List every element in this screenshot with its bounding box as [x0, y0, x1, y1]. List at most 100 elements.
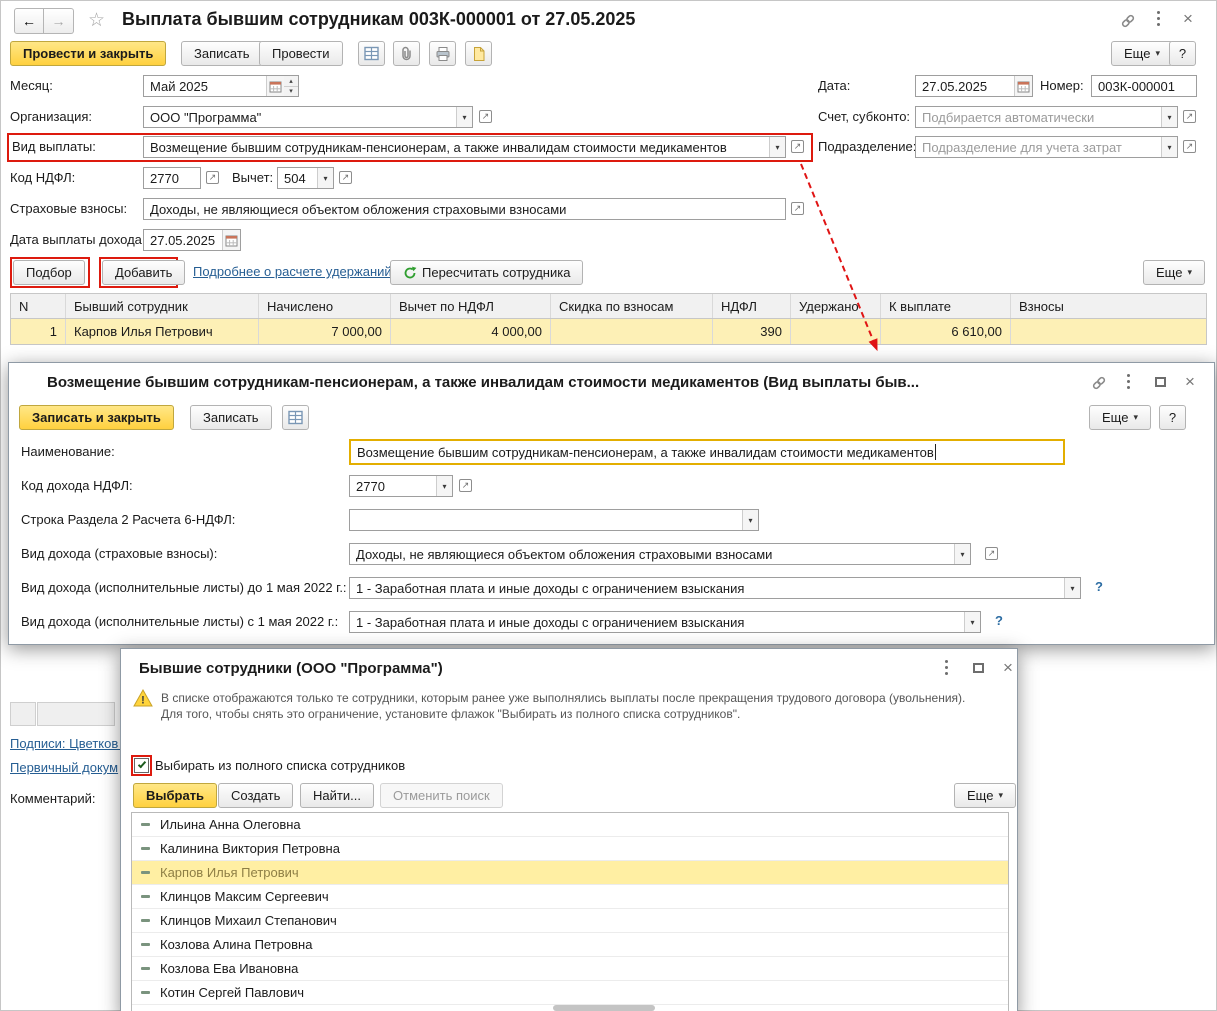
- menu-dots-icon[interactable]: [945, 660, 948, 663]
- maximize-icon[interactable]: [1155, 377, 1166, 387]
- list-item-selected[interactable]: Карпов Илья Петрович: [132, 861, 1008, 885]
- show-postings-button[interactable]: [282, 405, 309, 430]
- menu-dots-icon[interactable]: [1127, 374, 1130, 377]
- chevron-down-icon[interactable]: ▾: [1161, 137, 1177, 157]
- forward-button[interactable]: →: [44, 8, 74, 34]
- save-button[interactable]: Записать: [181, 41, 263, 66]
- column-header[interactable]: Начислено: [259, 294, 391, 318]
- post-and-close-button[interactable]: Провести и закрыть: [10, 41, 167, 66]
- more-button[interactable]: Еще ▾: [1089, 405, 1151, 430]
- find-button[interactable]: Найти...: [300, 783, 374, 808]
- column-header[interactable]: Бывший сотрудник: [66, 294, 259, 318]
- date-input[interactable]: 27.05.2025: [915, 75, 1033, 97]
- chevron-down-icon[interactable]: ▾: [317, 168, 333, 188]
- list-item[interactable]: Клинцов Максим Сергеевич: [132, 885, 1008, 909]
- account-input[interactable]: Подбирается автоматически ▾: [915, 106, 1178, 128]
- open-icon[interactable]: ↗: [459, 479, 472, 492]
- pay-date-input[interactable]: 27.05.2025: [143, 229, 241, 251]
- table-more-button[interactable]: Еще ▾: [1143, 260, 1205, 285]
- section2-row-input[interactable]: ▾: [349, 509, 759, 531]
- more-button[interactable]: Еще ▾: [1111, 41, 1173, 66]
- open-icon[interactable]: ↗: [339, 171, 352, 184]
- column-header[interactable]: НДФЛ: [713, 294, 791, 318]
- open-icon[interactable]: ↗: [791, 140, 804, 153]
- print-button[interactable]: [429, 41, 456, 66]
- chevron-down-icon[interactable]: ▾: [769, 137, 785, 157]
- table-row[interactable]: 1 Карпов Илья Петрович 7 000,00 4 000,00…: [11, 319, 1206, 344]
- help-button[interactable]: ?: [1159, 405, 1186, 430]
- list-item[interactable]: Котин Сергей Павлович: [132, 981, 1008, 1005]
- open-icon[interactable]: ↗: [1183, 140, 1196, 153]
- organization-input[interactable]: ООО "Программа" ▾: [143, 106, 473, 128]
- withholding-details-link[interactable]: Подробнее о расчете удержаний: [193, 264, 392, 279]
- employee-name: Козлова Алина Петровна: [160, 937, 313, 952]
- calendar-icon[interactable]: [1014, 76, 1032, 96]
- create-button[interactable]: Создать: [218, 783, 294, 808]
- list-item[interactable]: Ильина Анна Олеговна: [132, 813, 1008, 837]
- horizontal-scrollbar-thumb[interactable]: [553, 1005, 655, 1011]
- primary-document-link[interactable]: Первичный докум: [10, 760, 120, 775]
- column-header[interactable]: Скидка по взносам: [551, 294, 713, 318]
- recalculate-button[interactable]: Пересчитать сотрудника: [390, 260, 584, 285]
- favorite-star-icon[interactable]: ☆: [88, 11, 105, 30]
- column-header[interactable]: К выплате: [881, 294, 1011, 318]
- select-button[interactable]: Выбрать: [133, 783, 218, 808]
- back-button[interactable]: ←: [14, 8, 44, 34]
- help-button[interactable]: ?: [1169, 41, 1196, 66]
- spin-up-icon[interactable]: ▴: [284, 76, 298, 87]
- open-icon[interactable]: ↗: [1183, 110, 1196, 123]
- menu-dots-icon[interactable]: [1157, 11, 1160, 14]
- chevron-down-icon[interactable]: ▾: [1064, 578, 1080, 598]
- get-link-icon[interactable]: [1091, 375, 1107, 394]
- calendar-icon[interactable]: [222, 230, 240, 250]
- save-button[interactable]: Записать: [190, 405, 272, 430]
- writ-after-input[interactable]: 1 - Заработная плата и иные доходы с огр…: [349, 611, 981, 633]
- field-help-link[interactable]: ?: [1095, 579, 1103, 594]
- chevron-down-icon[interactable]: ▾: [456, 107, 472, 127]
- show-postings-button[interactable]: [358, 41, 385, 66]
- list-item[interactable]: Клинцов Михаил Степанович: [132, 909, 1008, 933]
- insurance-input[interactable]: Доходы, не являющиеся объектом обложения…: [143, 198, 786, 220]
- pick-button[interactable]: Подбор: [13, 260, 85, 285]
- ndfl-code-input[interactable]: 2770: [143, 167, 201, 189]
- full-list-checkbox[interactable]: [134, 758, 149, 773]
- spin-down-icon[interactable]: ▾: [284, 86, 298, 96]
- chevron-down-icon[interactable]: ▾: [742, 510, 758, 530]
- income-code-input[interactable]: 2770 ▾: [349, 475, 453, 497]
- deduction-input[interactable]: 504 ▾: [277, 167, 334, 189]
- get-link-icon[interactable]: [1120, 13, 1136, 32]
- calendar-icon[interactable]: [266, 76, 284, 96]
- month-input[interactable]: Май 2025: [143, 75, 285, 97]
- close-icon[interactable]: ×: [1183, 10, 1193, 27]
- maximize-icon[interactable]: [973, 663, 984, 673]
- column-header[interactable]: Взносы: [1011, 294, 1206, 318]
- division-input[interactable]: Подразделение для учета затрат ▾: [915, 136, 1178, 158]
- field-help-link[interactable]: ?: [995, 613, 1003, 628]
- column-header[interactable]: Вычет по НДФЛ: [391, 294, 551, 318]
- list-item[interactable]: Козлова Алина Петровна: [132, 933, 1008, 957]
- post-button[interactable]: Провести: [259, 41, 343, 66]
- create-based-on-button[interactable]: [465, 41, 492, 66]
- save-and-close-button[interactable]: Записать и закрыть: [19, 405, 174, 430]
- chevron-down-icon[interactable]: ▾: [964, 612, 980, 632]
- close-icon[interactable]: ×: [1185, 373, 1195, 390]
- list-item[interactable]: Калинина Виктория Петровна: [132, 837, 1008, 861]
- payment-type-input[interactable]: Возмещение бывшим сотрудникам-пенсионера…: [143, 136, 786, 158]
- name-input[interactable]: Возмещение бывшим сотрудникам-пенсионера…: [349, 439, 1065, 465]
- chevron-down-icon[interactable]: ▾: [436, 476, 452, 496]
- open-icon[interactable]: ↗: [985, 547, 998, 560]
- attachments-button[interactable]: [393, 41, 420, 66]
- chevron-down-icon[interactable]: ▾: [954, 544, 970, 564]
- more-button[interactable]: Еще ▾: [954, 783, 1016, 808]
- column-header[interactable]: N: [11, 294, 66, 318]
- writ-before-input[interactable]: 1 - Заработная плата и иные доходы с огр…: [349, 577, 1081, 599]
- close-icon[interactable]: ×: [1003, 659, 1013, 676]
- open-icon[interactable]: ↗: [206, 171, 219, 184]
- list-item[interactable]: Козлова Ева Ивановна: [132, 957, 1008, 981]
- open-icon[interactable]: ↗: [479, 110, 492, 123]
- add-button[interactable]: Добавить: [102, 260, 186, 285]
- income-kind-input[interactable]: Доходы, не являющиеся объектом обложения…: [349, 543, 971, 565]
- signatures-link[interactable]: Подписи: Цветков С: [10, 736, 120, 751]
- number-input[interactable]: 003К-000001: [1091, 75, 1197, 97]
- chevron-down-icon[interactable]: ▾: [1161, 107, 1177, 127]
